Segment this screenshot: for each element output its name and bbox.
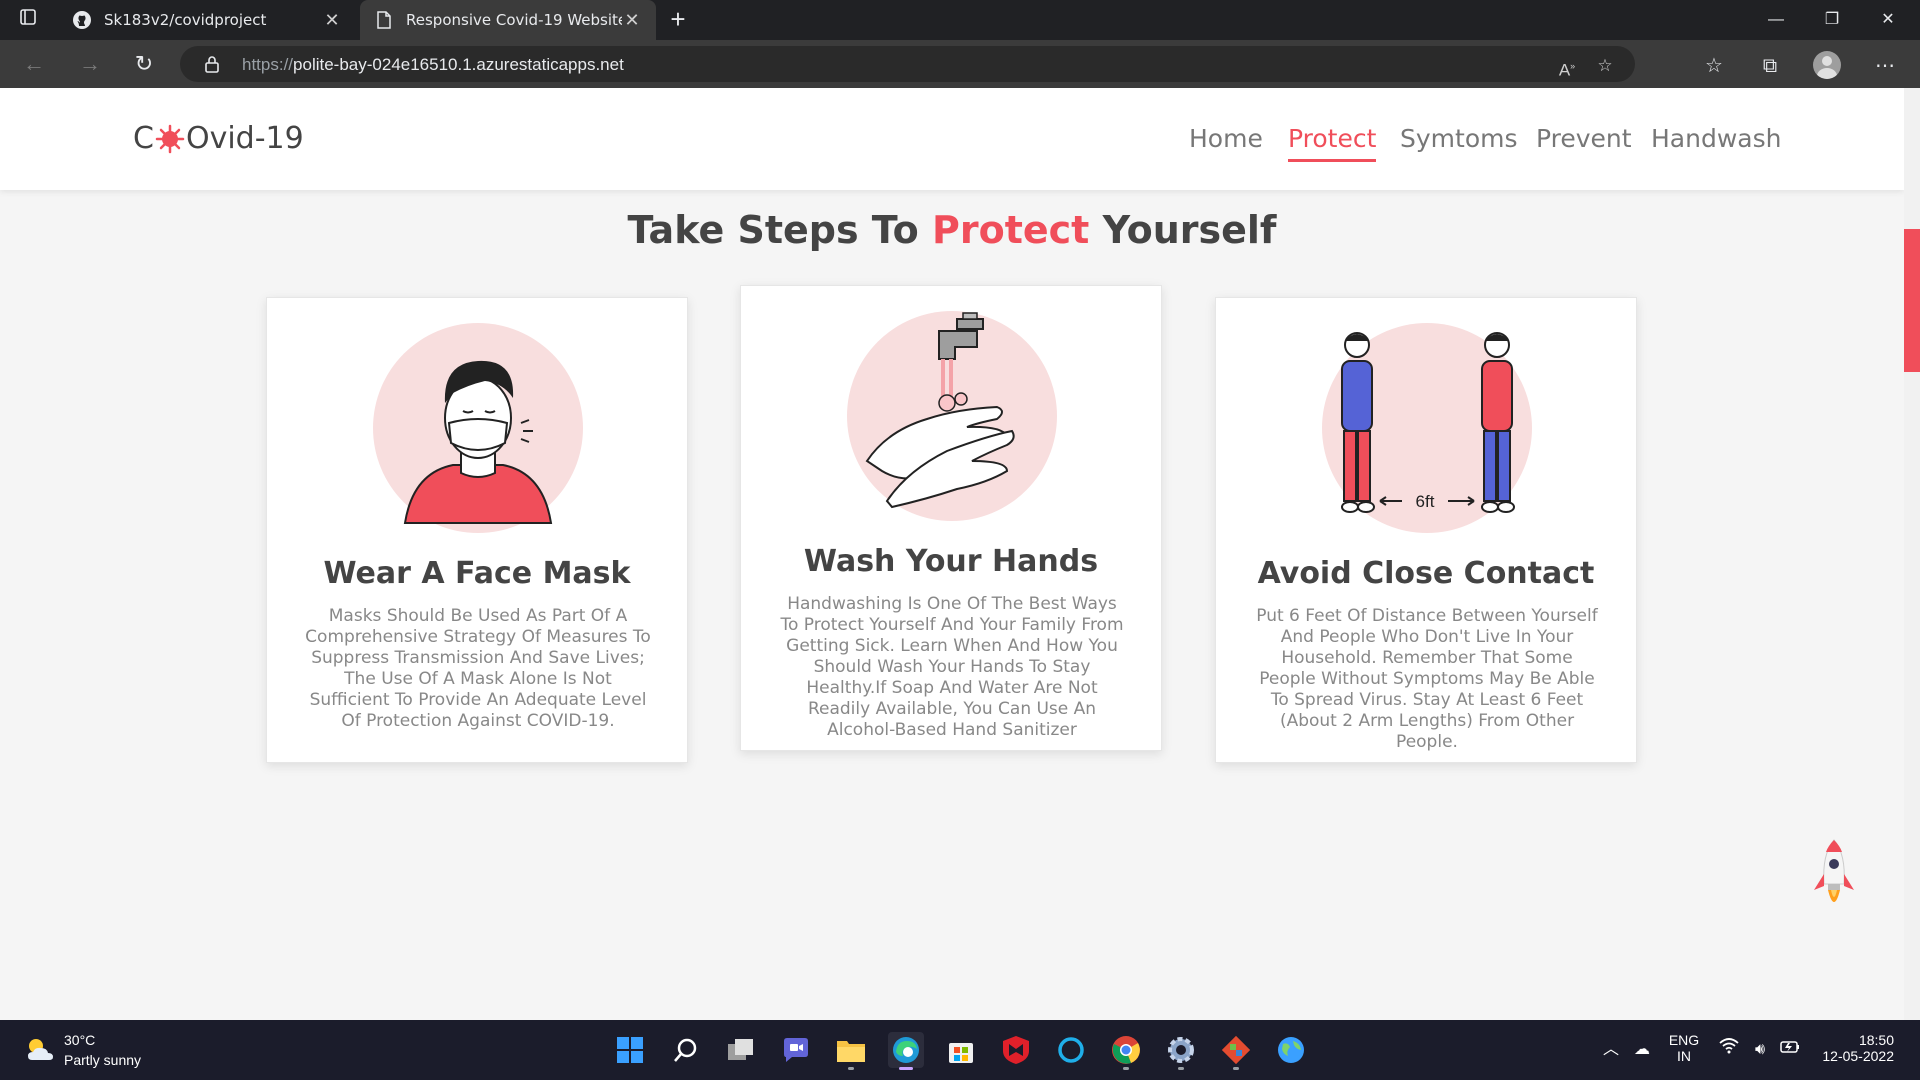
back-button[interactable]: ← — [18, 48, 50, 80]
card-heading: Avoid Close Contact — [1257, 556, 1595, 591]
address-toolbar: ← → ↻ https://polite-bay-024e16510.1.azu… — [0, 40, 1920, 88]
address-bar[interactable]: https://polite-bay-024e16510.1.azurestat… — [180, 46, 1635, 82]
taskbar: 30°C Partly sunny ︿ ☁ ENG IN 🔊︎ 18:50 12… — [0, 1020, 1920, 1080]
logo-prefix: C — [133, 121, 154, 156]
page-scrollbar[interactable] — [1904, 88, 1920, 1020]
lock-icon[interactable] — [202, 54, 222, 74]
social-distance-illustration: 6ft — [1322, 323, 1532, 533]
onedrive-icon[interactable]: ☁ — [1630, 1038, 1654, 1062]
git-icon[interactable] — [1218, 1032, 1254, 1070]
forward-button[interactable]: → — [74, 48, 106, 80]
card-text: Handwashing Is One Of The Best Ways To P… — [780, 594, 1124, 740]
title-post: Yourself — [1089, 208, 1277, 252]
running-indicator — [1233, 1067, 1239, 1070]
weather-icon[interactable] — [24, 1034, 56, 1066]
scrollbar-thumb[interactable] — [1904, 229, 1920, 372]
title-pre: Take Steps To — [627, 208, 933, 252]
cortana-icon[interactable] — [1053, 1032, 1089, 1068]
running-indicator — [848, 1067, 854, 1070]
browser-tab-bar: Sk183v2/covidproject ✕ Responsive Covid-… — [0, 0, 1920, 40]
clock[interactable]: 18:50 12-05-2022 — [1810, 1032, 1894, 1064]
clock-date: 12-05-2022 — [1822, 1048, 1894, 1064]
store-icon[interactable] — [943, 1032, 979, 1068]
logo-suffix: Ovid-19 — [185, 121, 304, 156]
card-wash-hands: Wash Your Hands Handwashing Is One Of Th… — [740, 285, 1162, 751]
new-tab-button[interactable]: + — [664, 6, 692, 34]
profile-avatar[interactable] — [1813, 51, 1841, 79]
volume-icon[interactable]: 🔊︎ — [1748, 1038, 1772, 1062]
section-title: Take Steps To Protect Yourself — [0, 208, 1904, 252]
distance-label: 6ft — [1416, 492, 1435, 511]
wifi-icon[interactable] — [1717, 1038, 1741, 1062]
tab-close-icon[interactable]: ✕ — [622, 10, 642, 31]
site-header: C Ovid-19 Home Protect Symtoms Prevent H… — [0, 88, 1904, 190]
card-text: Masks Should Be Used As Part Of A Compre… — [305, 606, 651, 731]
card-text: Put 6 Feet Of Distance Between Yourself … — [1256, 606, 1598, 752]
tab-actions-icon[interactable] — [16, 8, 40, 32]
chat-icon[interactable] — [778, 1032, 814, 1068]
nav-symtoms[interactable]: Symtoms — [1400, 124, 1518, 153]
edge-icon[interactable] — [888, 1032, 924, 1070]
battery-icon[interactable] — [1778, 1038, 1802, 1062]
task-view-icon[interactable] — [723, 1032, 759, 1068]
minimize-button[interactable]: — — [1748, 0, 1804, 40]
lang-text: ENG — [1668, 1032, 1700, 1048]
more-menu-icon[interactable]: ⋯ — [1871, 52, 1899, 80]
favorites-icon[interactable]: ☆ — [1700, 52, 1728, 80]
hand-wash-illustration — [847, 311, 1057, 521]
weather-temp: 30°C — [64, 1032, 96, 1048]
nav-protect[interactable]: Protect — [1288, 124, 1377, 162]
card-heading: Wash Your Hands — [803, 544, 1099, 579]
add-favorite-icon[interactable]: ☆ — [1594, 55, 1616, 77]
title-highlight: Protect — [932, 208, 1090, 252]
chevron-up-icon[interactable]: ︿ — [1599, 1038, 1623, 1062]
reload-button[interactable]: ↻ — [128, 48, 160, 80]
region-text: IN — [1677, 1048, 1691, 1064]
active-indicator — [899, 1067, 913, 1070]
nav-handwash[interactable]: Handwash — [1651, 124, 1781, 153]
tab-title: Responsive Covid-19 Website De — [406, 11, 622, 29]
collections-icon[interactable]: ⧉ — [1756, 52, 1784, 80]
chrome-icon[interactable] — [1108, 1032, 1144, 1070]
nav-prevent[interactable]: Prevent — [1536, 124, 1632, 153]
globe-app-icon[interactable] — [1273, 1032, 1309, 1068]
url-text[interactable]: https://polite-bay-024e16510.1.azurestat… — [242, 55, 624, 75]
url-protocol: https:// — [242, 55, 294, 74]
web-page: C Ovid-19 Home Protect Symtoms Prevent H… — [0, 88, 1904, 1020]
start-icon[interactable] — [612, 1032, 648, 1068]
card-close-contact: 6ft Avoid Close Contact Put 6 Feet Of Di… — [1215, 297, 1637, 763]
running-indicator — [1178, 1067, 1184, 1070]
face-mask-illustration — [373, 323, 583, 533]
search-icon[interactable] — [668, 1032, 704, 1068]
clock-time: 18:50 — [1858, 1032, 1894, 1048]
running-indicator — [1123, 1067, 1129, 1070]
settings-icon[interactable] — [1163, 1032, 1199, 1070]
close-window-button[interactable]: ✕ — [1860, 0, 1916, 40]
mcafee-icon[interactable] — [998, 1032, 1034, 1068]
site-logo[interactable]: C Ovid-19 — [133, 121, 304, 156]
restore-button[interactable]: ❐ — [1804, 0, 1860, 40]
tab-title: Sk183v2/covidproject — [104, 11, 267, 29]
rocket-icon[interactable] — [1812, 838, 1856, 922]
language-indicator[interactable]: ENG IN — [1668, 1032, 1700, 1064]
browser-tab-github[interactable]: Sk183v2/covidproject ✕ — [58, 0, 356, 40]
card-face-mask: Wear A Face Mask Masks Should Be Used As… — [266, 297, 688, 763]
github-icon — [72, 10, 92, 30]
tab-close-icon[interactable]: ✕ — [322, 10, 342, 31]
read-aloud-icon[interactable]: A» — [1556, 55, 1578, 80]
page-icon — [374, 10, 394, 30]
file-explorer-icon[interactable] — [833, 1032, 869, 1070]
browser-tab-active[interactable]: Responsive Covid-19 Website De ✕ — [360, 0, 656, 40]
card-heading: Wear A Face Mask — [323, 556, 631, 591]
virus-icon — [155, 124, 185, 154]
weather-desc: Partly sunny — [64, 1052, 142, 1068]
url-host: polite-bay-024e16510.1.azurestaticapps.n… — [293, 55, 624, 74]
nav-home[interactable]: Home — [1189, 124, 1263, 153]
